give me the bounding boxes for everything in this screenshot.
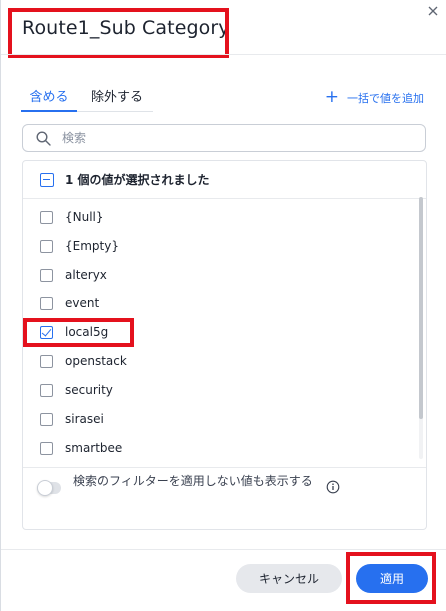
selection-summary: 1 個の値が選択されました: [65, 173, 210, 187]
tab-exclude[interactable]: 除外する: [91, 86, 143, 105]
list-item[interactable]: alteryx: [40, 265, 107, 285]
bulk-add-label: 一括で値を追加: [347, 91, 424, 105]
search-box[interactable]: [22, 124, 426, 152]
list-item[interactable]: {Null}: [40, 207, 104, 227]
filter-dialog: Route1_Sub Category 含める 除外する + 一括で値を追加 1…: [0, 0, 446, 611]
toggle-knob: [37, 480, 53, 496]
value-checkbox[interactable]: [40, 268, 53, 282]
search-input[interactable]: [62, 131, 402, 145]
value-checkbox[interactable]: [40, 210, 53, 224]
list-item[interactable]: smartbee: [40, 438, 122, 458]
close-icon[interactable]: [428, 6, 438, 16]
value-checkbox[interactable]: [40, 412, 53, 426]
value-checkbox[interactable]: [40, 441, 53, 455]
show-unfiltered-toggle[interactable]: [37, 480, 61, 496]
list-item[interactable]: security: [40, 380, 113, 400]
select-all-row[interactable]: 1 個の値が選択されました: [23, 161, 426, 199]
value-checkbox[interactable]: [40, 296, 53, 310]
title-highlight-box: [8, 8, 229, 58]
info-icon[interactable]: [326, 480, 340, 494]
footer-divider: [1, 549, 446, 550]
filter-toggle-row: 検索のフィルターを適用しない値も表示する: [23, 467, 426, 529]
active-tab-indicator: [21, 110, 77, 112]
header-divider: [1, 54, 446, 55]
value-label: security: [65, 383, 113, 397]
list-item[interactable]: sirasei: [40, 409, 104, 429]
cancel-button[interactable]: キャンセル: [236, 564, 342, 593]
value-label: event: [65, 296, 100, 310]
select-all-checkbox[interactable]: [40, 172, 54, 187]
local5g-highlight-box: [23, 318, 134, 347]
tab-include[interactable]: 含める: [21, 86, 77, 105]
search-icon: [36, 130, 51, 146]
list-item[interactable]: openstack: [40, 351, 127, 371]
plus-icon: +: [324, 87, 339, 107]
show-unfiltered-label: 検索のフィルターを適用しない値も表示する: [73, 474, 313, 488]
value-checkbox[interactable]: [40, 239, 53, 253]
scrollbar-thumb[interactable]: [419, 197, 423, 419]
value-checkbox[interactable]: [40, 354, 53, 368]
value-label: smartbee: [65, 441, 123, 455]
bulk-add-values-button[interactable]: + 一括で値を追加: [325, 89, 424, 106]
value-label: sirasei: [65, 412, 104, 426]
apply-button[interactable]: 適用: [356, 564, 428, 593]
value-label: {Null}: [65, 210, 104, 224]
value-label: openstack: [65, 354, 127, 368]
value-label: alteryx: [65, 268, 107, 282]
tab-bar: 含める 除外する: [21, 86, 153, 112]
value-checkbox[interactable]: [40, 383, 53, 397]
list-item[interactable]: {Empty}: [40, 236, 119, 256]
value-label: {Empty}: [65, 239, 119, 253]
list-item[interactable]: event: [40, 293, 99, 313]
list-scrollbar[interactable]: [419, 197, 423, 459]
